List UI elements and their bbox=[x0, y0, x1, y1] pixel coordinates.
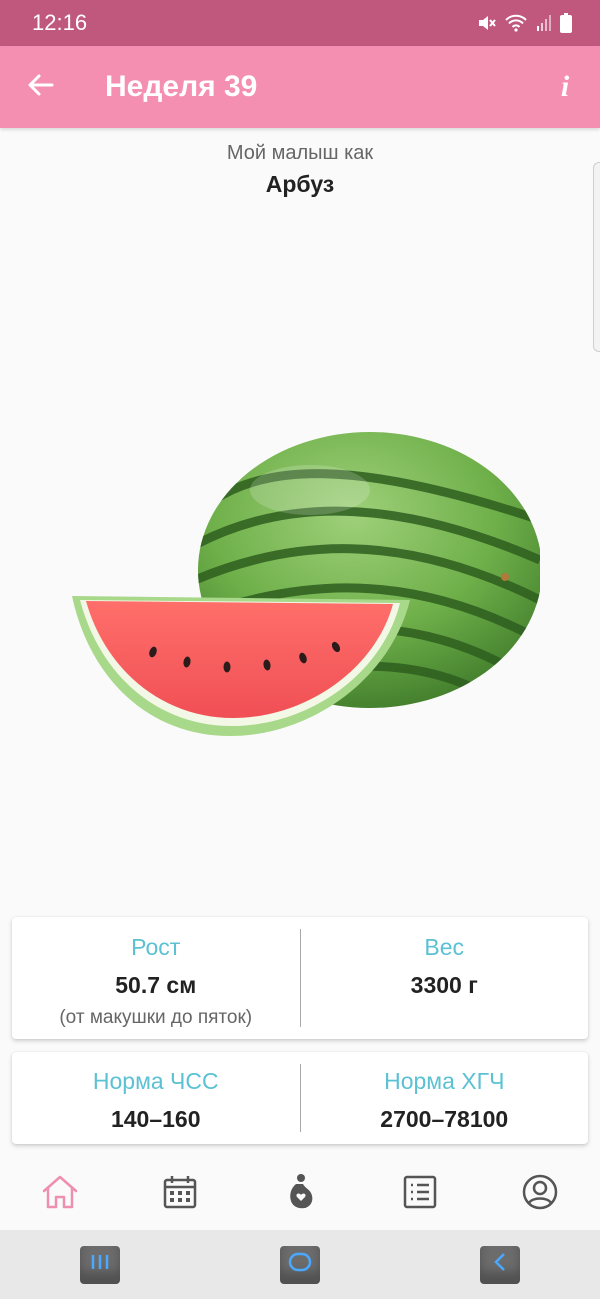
page-title: Неделя 39 bbox=[105, 70, 258, 103]
hcg-cell: Норма ХГЧ 2700–78100 bbox=[301, 1052, 589, 1144]
height-cell: Рост 50.7 см (от макушки до пяток) bbox=[12, 917, 300, 1039]
nav-calendar[interactable] bbox=[120, 1158, 240, 1230]
heart-rate-label: Норма ЧСС bbox=[92, 1068, 219, 1094]
status-bar: 12:16 bbox=[0, 0, 600, 46]
size-card: Рост 50.7 см (от макушки до пяток) Вес 3… bbox=[12, 917, 588, 1039]
profile-icon bbox=[521, 1173, 559, 1216]
scroll-indicator[interactable] bbox=[593, 162, 600, 352]
nav-checklist[interactable] bbox=[360, 1158, 480, 1230]
mute-icon bbox=[476, 13, 496, 33]
status-time: 12:16 bbox=[32, 10, 88, 35]
height-label: Рост bbox=[131, 934, 181, 960]
hcg-label: Норма ХГЧ bbox=[384, 1068, 505, 1094]
heart-rate-cell: Норма ЧСС 140–160 bbox=[12, 1052, 300, 1144]
app-bar: Неделя 39 i bbox=[0, 46, 600, 128]
back-button[interactable] bbox=[0, 46, 80, 128]
home-icon bbox=[41, 1174, 79, 1215]
nav-home[interactable] bbox=[0, 1158, 120, 1230]
headline-subtitle: Мой малыш как bbox=[226, 142, 374, 164]
signal-icon bbox=[536, 14, 552, 32]
heart-rate-value: 140–160 bbox=[110, 1106, 201, 1132]
height-value: 50.7 см bbox=[115, 972, 197, 998]
arrow-left-icon bbox=[26, 73, 54, 102]
norms-card: Норма ЧСС 140–160 Норма ХГЧ 2700–78100 bbox=[12, 1052, 588, 1144]
info-button[interactable]: i bbox=[530, 46, 600, 128]
checklist-icon bbox=[403, 1175, 437, 1214]
battery-icon bbox=[560, 13, 572, 33]
recents-button[interactable] bbox=[80, 1245, 120, 1284]
watermelon-image bbox=[60, 420, 542, 750]
system-back-button[interactable] bbox=[480, 1245, 520, 1284]
weight-label: Вес bbox=[424, 934, 465, 960]
weight-cell: Вес 3300 г bbox=[301, 917, 589, 1039]
headline: Мой малыш как Арбуз bbox=[0, 142, 600, 198]
wifi-icon bbox=[504, 13, 528, 33]
bottom-nav bbox=[0, 1158, 600, 1230]
home-circle-icon bbox=[287, 1251, 313, 1278]
chevron-left-icon bbox=[490, 1251, 510, 1278]
system-nav-bar bbox=[0, 1230, 600, 1299]
pregnancy-icon bbox=[285, 1173, 315, 1216]
home-button[interactable] bbox=[280, 1245, 320, 1284]
nav-profile[interactable] bbox=[480, 1158, 600, 1230]
recents-icon bbox=[88, 1252, 112, 1277]
height-note: (от макушки до пяток) bbox=[59, 1007, 253, 1028]
nav-pregnancy[interactable] bbox=[240, 1158, 360, 1230]
status-icons bbox=[476, 13, 572, 33]
fruit-name: Арбуз bbox=[265, 171, 335, 197]
calendar-icon bbox=[162, 1174, 198, 1215]
hcg-value: 2700–78100 bbox=[380, 1106, 509, 1132]
weight-value: 3300 г bbox=[410, 972, 478, 998]
